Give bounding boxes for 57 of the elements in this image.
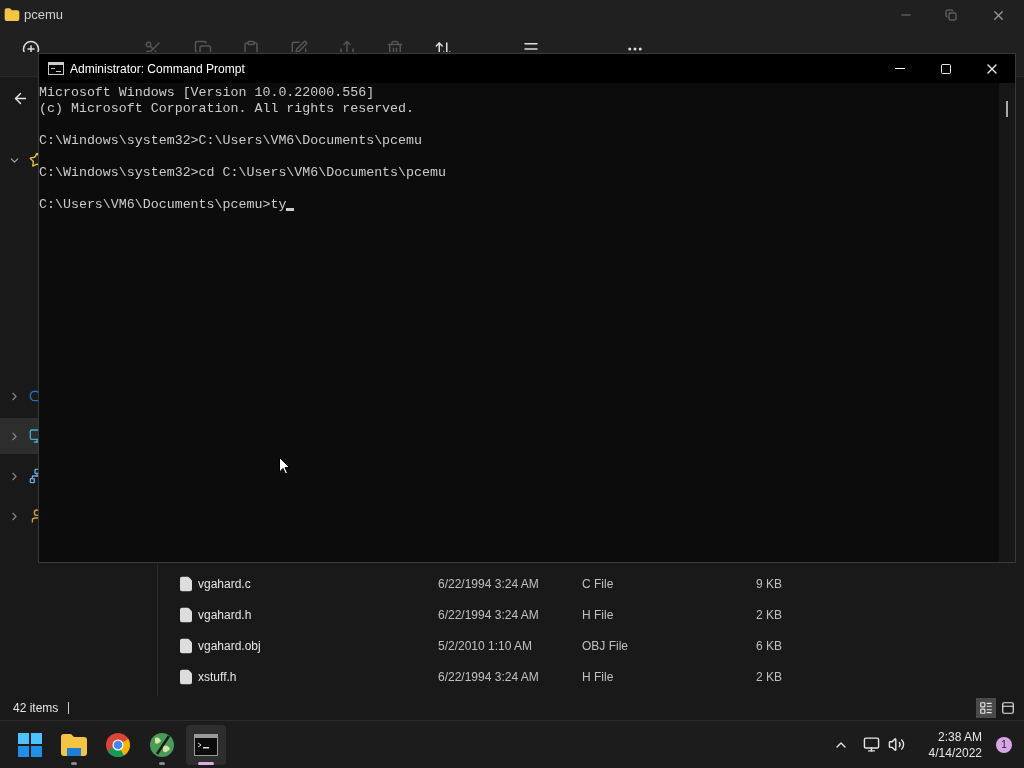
volume-icon[interactable] — [887, 736, 905, 753]
file-name[interactable]: xstuff.h — [198, 667, 438, 686]
list-icon — [979, 701, 993, 715]
file-type: H File — [582, 668, 615, 686]
file-date: 6/22/1994 3:24 AM — [438, 575, 540, 593]
folder-icon — [4, 7, 20, 23]
clock-date: 4/14/2022 — [928, 744, 982, 761]
star-icon — [29, 152, 38, 168]
file-icon — [178, 668, 194, 685]
file-name[interactable]: vgahard.c — [198, 574, 438, 593]
user-icon — [29, 508, 38, 524]
item-count: 42 items — [13, 700, 59, 717]
file-icon — [178, 575, 194, 592]
pointer-icon — [279, 457, 290, 475]
view-icon[interactable] — [522, 40, 540, 52]
terminal-icon — [48, 62, 64, 75]
clock-time: 2:38 AM — [937, 728, 982, 745]
file-date: 6/22/1994 3:24 AM — [438, 668, 540, 686]
console-line: Microsoft Windows [Version 10.0.22000.556] — [39, 85, 375, 101]
notification-badge[interactable]: 1 — [996, 736, 1012, 753]
file-size: 2 KB — [755, 668, 782, 686]
file-size: 9 KB — [755, 575, 782, 593]
windows-logo-icon — [18, 732, 42, 757]
cloud-icon — [29, 388, 38, 404]
terminal-icon — [194, 733, 218, 756]
window-title: Administrator: Command Prompt — [70, 60, 245, 78]
file-type: C File — [582, 575, 615, 593]
maximize-icon — [940, 62, 952, 75]
details-view-button[interactable] — [976, 698, 996, 718]
file-size: 6 KB — [755, 637, 782, 655]
file-date: 6/22/1994 3:24 AM — [438, 606, 540, 624]
scrollbar[interactable] — [999, 83, 1015, 562]
restore-icon[interactable] — [945, 9, 957, 21]
file-type: H File — [582, 606, 615, 624]
text-cursor — [286, 208, 295, 211]
file-date: 5/2/2010 1:10 AM — [438, 637, 534, 655]
console-line: (c) Microsoft Corporation. All rights reserved. — [39, 101, 415, 117]
file-icon — [178, 606, 194, 623]
file-name[interactable]: vgahard.obj — [198, 636, 438, 655]
file-name[interactable]: vgahard.h — [198, 605, 438, 624]
console-line: C:\Windows\system32>cd C:\Users\VM6\Documents\pcemu — [39, 165, 446, 181]
taskbar-button[interactable] — [186, 724, 226, 765]
browser-icon — [106, 732, 130, 757]
file-icon — [178, 637, 194, 654]
console-line: C:\Windows\system32>C:\Users\VM6\Documents\pcemu — [39, 133, 422, 149]
file-type: OBJ File — [582, 637, 629, 655]
minimize-icon — [895, 68, 905, 69]
sort-icon[interactable] — [434, 40, 452, 52]
globe-icon — [149, 731, 175, 758]
tiles-icon — [1001, 701, 1015, 715]
file-size: 2 KB — [755, 606, 782, 624]
console-line: C:\Users\VM6\Documents\pcemu>ty — [39, 197, 287, 213]
nav-item[interactable] — [0, 418, 38, 454]
monitor-icon — [29, 428, 38, 444]
folder-icon — [61, 733, 87, 756]
window-title: pcemu — [24, 6, 64, 25]
back-arrow-icon[interactable] — [12, 90, 29, 107]
